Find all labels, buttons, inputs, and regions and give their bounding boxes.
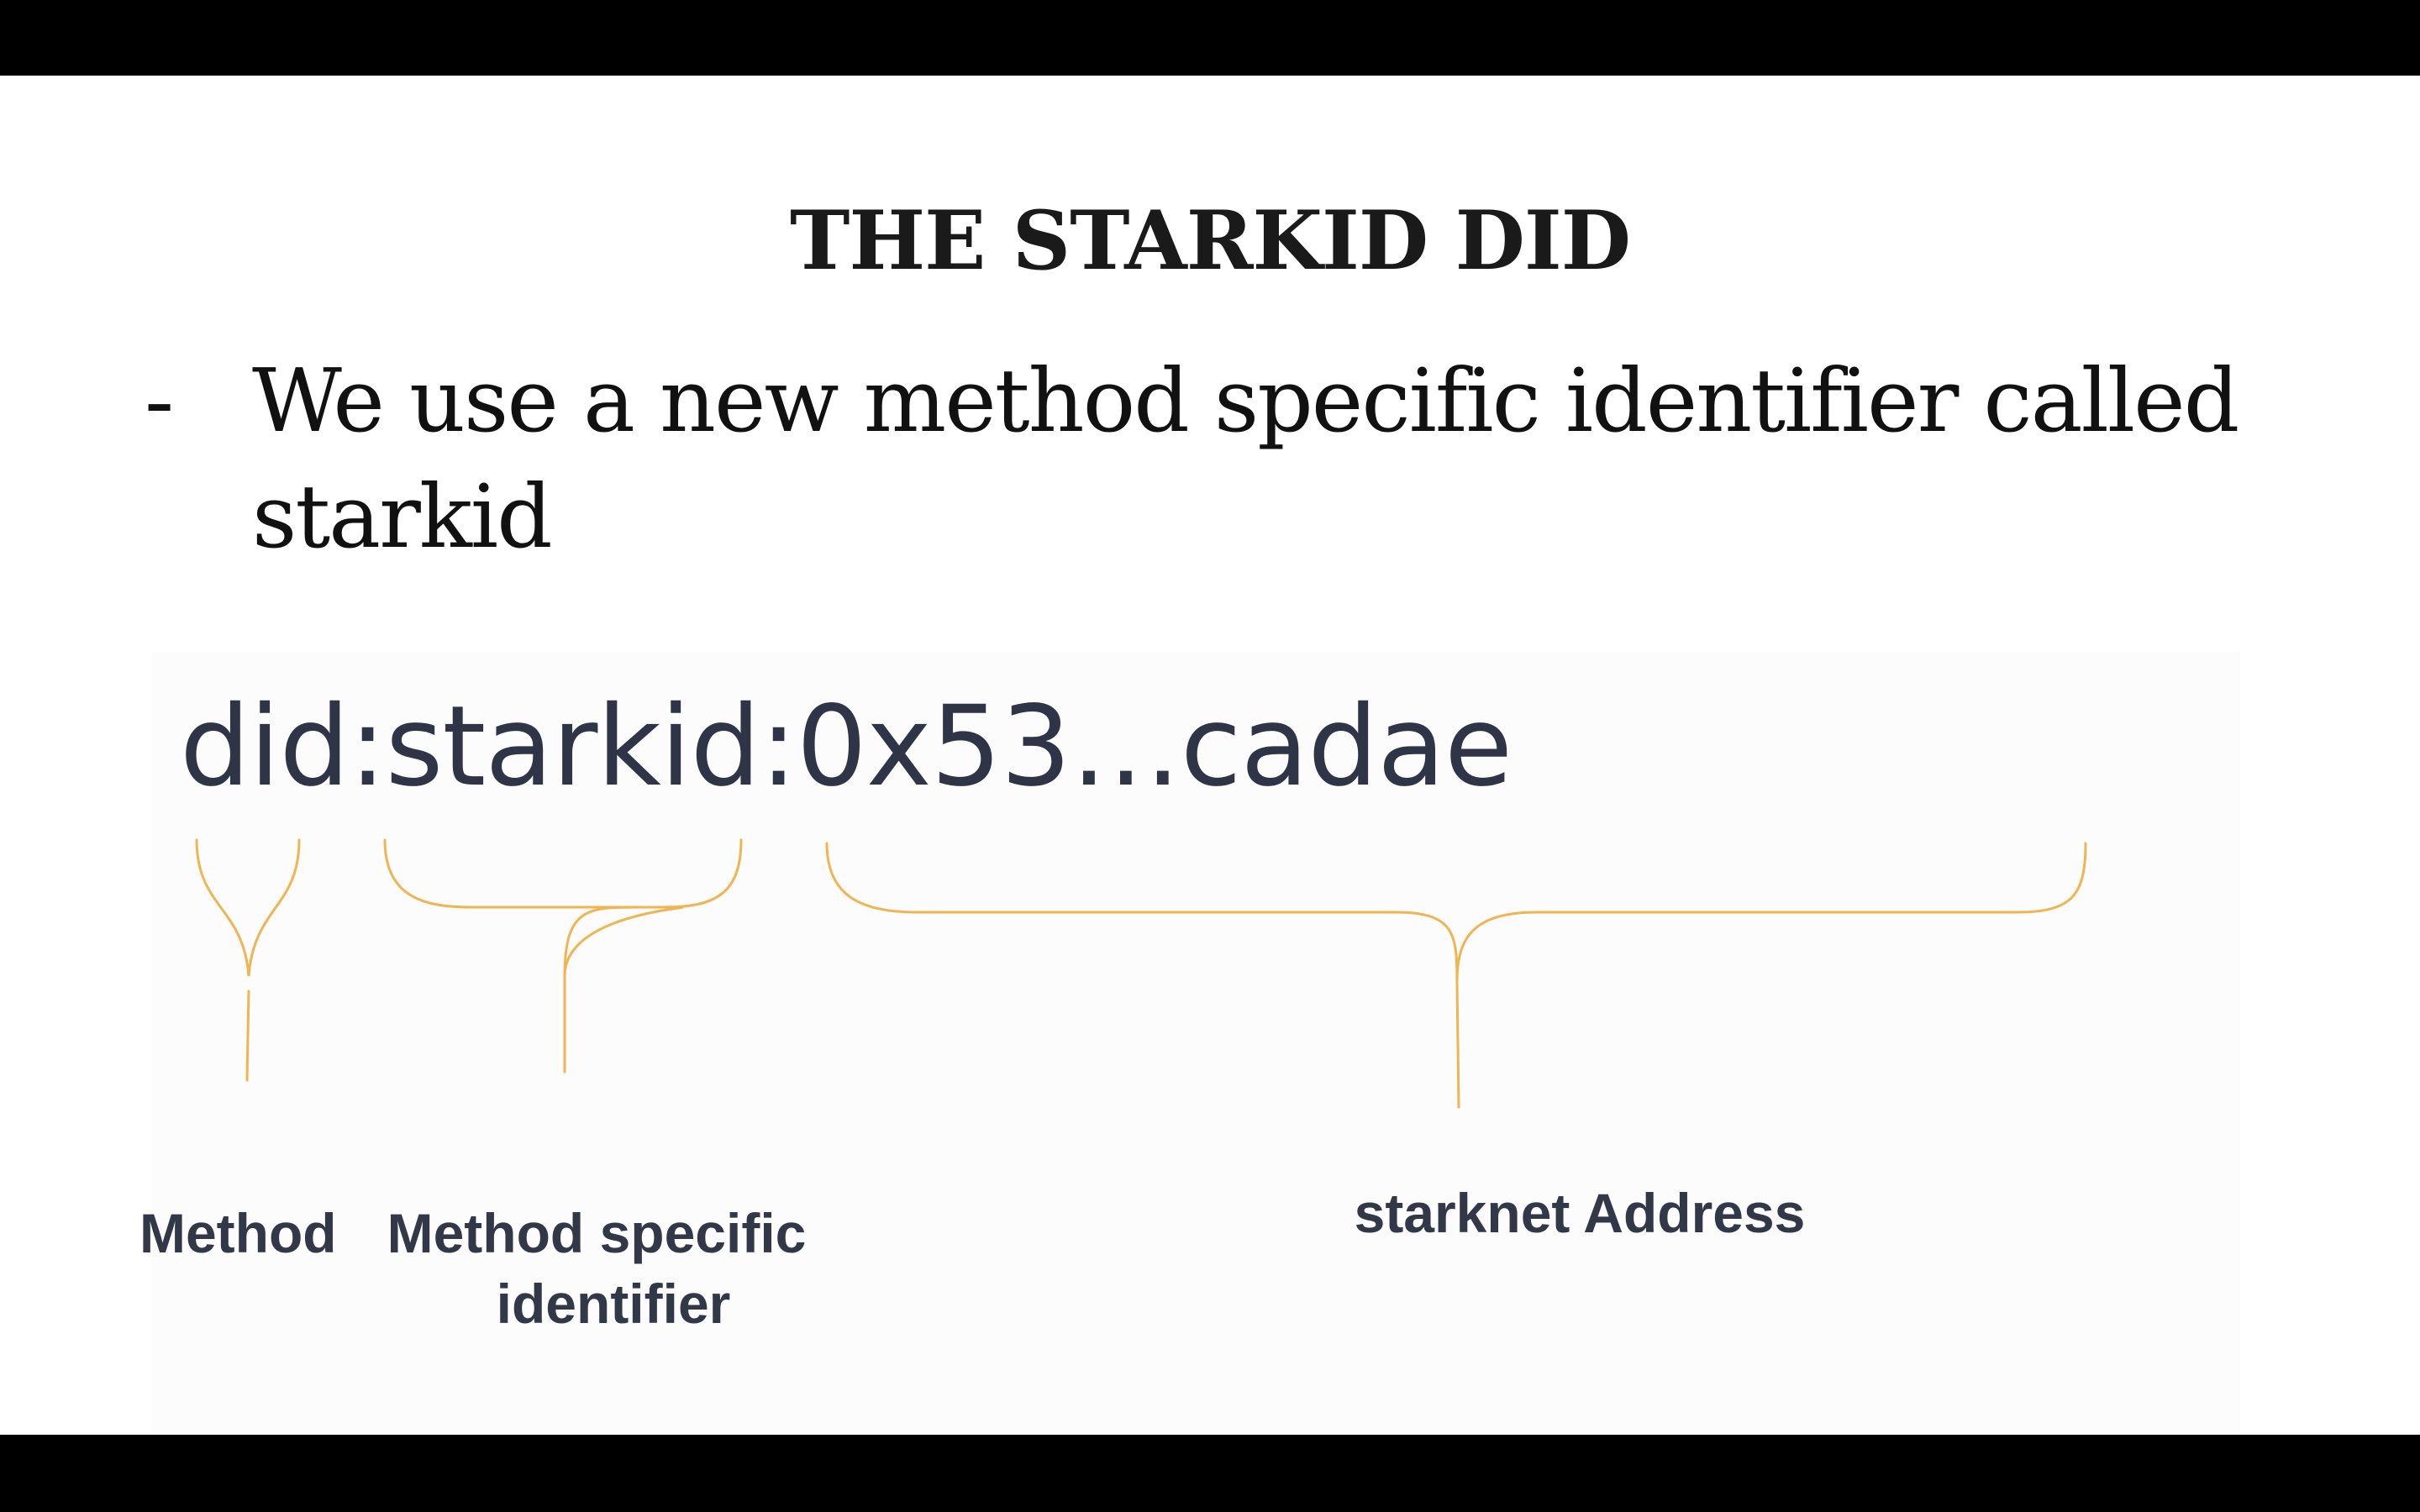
method-brace (195, 838, 301, 977)
letterbox-bottom (0, 1435, 2420, 1512)
method-specific-brace (383, 838, 743, 977)
label-method-specific-line2: identifier (496, 1273, 731, 1335)
label-method: Method (139, 1202, 337, 1264)
label-method-specific-line1: Method specific (387, 1202, 807, 1264)
method-pointer-line (245, 990, 250, 1082)
address-brace (825, 842, 2087, 982)
label-starknet-address: starknet Address (1354, 1182, 1806, 1244)
brace-annotations (195, 838, 2087, 1109)
slide: THE STARKID DID - We use a new method sp… (0, 76, 2420, 1435)
address-pointer-line (1455, 979, 1460, 1109)
label-method-specific-identifier: Method specific identifier (370, 1198, 823, 1339)
letterbox-top (0, 0, 2420, 76)
